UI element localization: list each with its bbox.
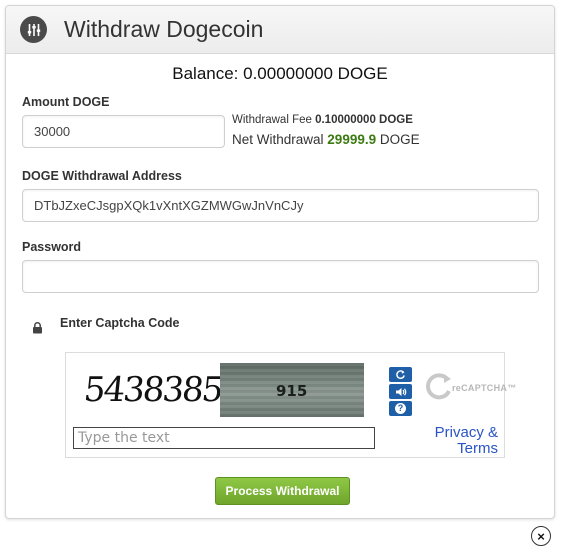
amount-input[interactable]: 30000 — [22, 115, 225, 148]
close-glyph: × — [537, 528, 545, 544]
refresh-icon[interactable] — [389, 367, 412, 382]
captcha-input-placeholder: Type the text — [78, 430, 170, 446]
modal-title: Withdraw Dogecoin — [64, 16, 264, 42]
close-icon[interactable]: × — [531, 526, 551, 546]
net-withdrawal: Net Withdrawal 29999.9 DOGE — [232, 132, 420, 147]
privacy-terms-link[interactable]: Privacy & Terms — [418, 425, 498, 457]
net-unit: DOGE — [379, 132, 420, 147]
captcha-image-photo: 915 — [220, 363, 364, 417]
withdraw-modal: Withdraw Dogecoin Balance: 0.00000000 DO… — [5, 5, 555, 519]
sliders-icon — [20, 16, 47, 43]
help-icon[interactable]: ? — [389, 401, 412, 416]
fee-label: Withdrawal Fee — [232, 114, 312, 126]
lock-icon — [32, 321, 43, 339]
modal-header: Withdraw Dogecoin — [6, 6, 554, 54]
amount-label: Amount DOGE — [22, 95, 110, 109]
net-label: Net Withdrawal — [232, 132, 324, 147]
password-label: Password — [22, 240, 82, 254]
net-amount: 29999.9 — [327, 132, 377, 147]
captcha-label: Enter Captcha Code — [60, 316, 180, 330]
process-withdrawal-button[interactable]: Process Withdrawal — [215, 477, 350, 505]
address-input[interactable]: DTbJZxeCJsgpXQk1vXntXGZMWGwJnVnCJy — [22, 189, 539, 222]
withdrawal-fee: Withdrawal Fee 0.10000000 DOGE — [232, 114, 413, 126]
help-glyph: ? — [395, 403, 406, 414]
recaptcha-logo: reCAPTCHA™ — [424, 367, 516, 407]
address-input-value: DTbJZxeCJsgpXQk1vXntXGZMWGwJnVnCJy — [34, 198, 304, 213]
captcha-word-text: 5438385 — [81, 370, 224, 410]
address-label: DOGE Withdrawal Address — [22, 169, 182, 183]
amount-input-value: 30000 — [34, 124, 71, 139]
recaptcha-logo-text: reCAPTCHA™ — [452, 383, 517, 393]
captcha-image-word: 5438385 — [71, 363, 224, 417]
captcha-photo-number: 915 — [276, 382, 308, 400]
balance-text: Balance: 0.00000000 DOGE — [172, 64, 388, 83]
recaptcha-widget: 5438385 915 ? reCAPTCHA™ Type the text P… — [65, 352, 516, 458]
audio-icon[interactable] — [389, 384, 412, 399]
fee-value: 0.10000000 DOGE — [315, 114, 413, 126]
password-input[interactable] — [22, 260, 539, 293]
captcha-input[interactable]: Type the text — [73, 427, 375, 449]
